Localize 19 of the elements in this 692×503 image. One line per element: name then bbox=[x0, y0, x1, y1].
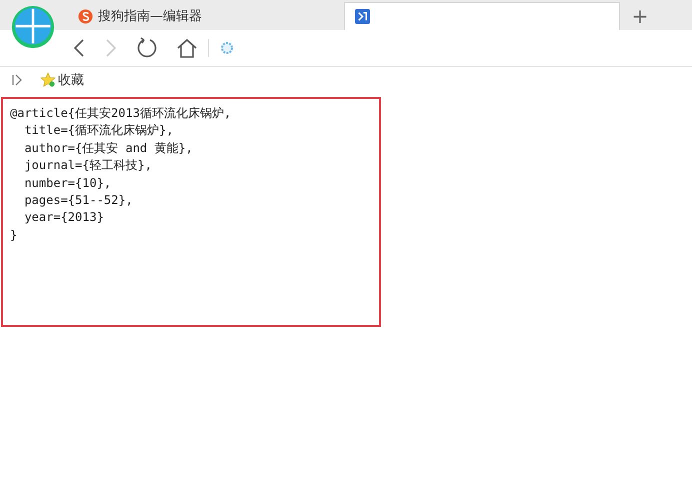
code-line: } bbox=[10, 226, 18, 244]
reload-icon[interactable] bbox=[136, 37, 158, 59]
code-line: @article{任其安2013循环流化床锅炉, bbox=[10, 105, 232, 122]
back-icon[interactable] bbox=[72, 38, 86, 58]
sidebar-toggle-icon[interactable] bbox=[12, 74, 22, 86]
code-line: author={任其安 and 黄能}, bbox=[23, 140, 194, 157]
new-tab-button[interactable]: + bbox=[620, 2, 660, 30]
browser-tab[interactable]: 搜狗指南—编辑器 bbox=[68, 2, 344, 30]
site-icon bbox=[355, 9, 370, 24]
star-icon bbox=[40, 72, 56, 88]
favorites-button[interactable]: 收藏 bbox=[40, 71, 84, 89]
code-line: number={10}, bbox=[23, 174, 112, 192]
code-line: pages={51--52}, bbox=[23, 192, 134, 210]
code-line: journal={轻工科技}, bbox=[23, 157, 153, 174]
code-line: title={循环流化床锅炉}, bbox=[23, 122, 174, 140]
sogou-icon bbox=[78, 8, 93, 24]
browser-tab[interactable] bbox=[344, 2, 620, 30]
home-icon[interactable] bbox=[176, 38, 198, 58]
code-line: year={2013} bbox=[23, 209, 105, 226]
